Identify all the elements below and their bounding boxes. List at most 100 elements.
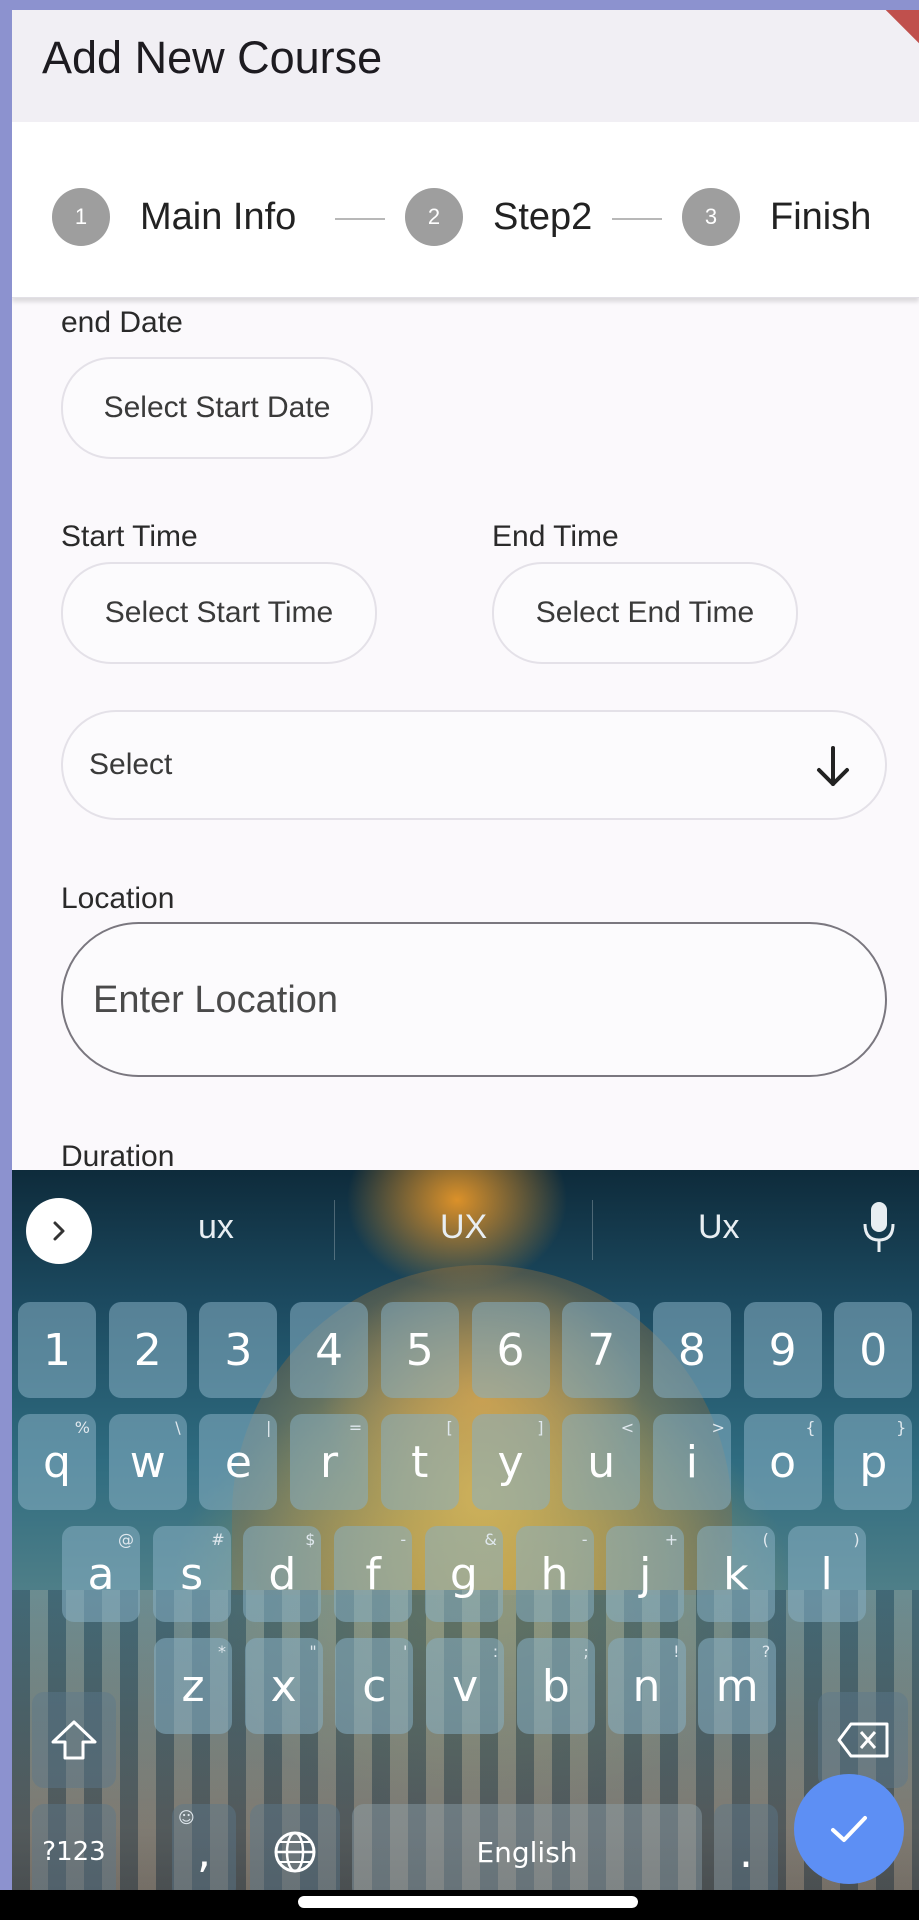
key-5[interactable]: 5 xyxy=(380,1302,459,1398)
key-hint: & xyxy=(484,1530,497,1549)
location-field[interactable] xyxy=(61,922,887,1077)
key-hint: \ xyxy=(175,1418,181,1437)
key-label: p xyxy=(859,1436,888,1488)
key-u[interactable]: u < xyxy=(562,1414,641,1510)
key-label: d xyxy=(268,1548,297,1600)
key-label: 8 xyxy=(677,1324,706,1376)
key-label: u xyxy=(587,1436,616,1488)
arrow-down-icon xyxy=(817,746,849,786)
key-x[interactable]: x " xyxy=(244,1638,323,1734)
shift-key[interactable] xyxy=(32,1692,116,1788)
key-hint: % xyxy=(74,1418,90,1437)
key-label: 5 xyxy=(405,1324,434,1376)
period-key[interactable]: . xyxy=(714,1804,778,1900)
key-label: c xyxy=(362,1660,387,1712)
language-key[interactable] xyxy=(250,1804,340,1900)
key-n[interactable]: n! xyxy=(607,1638,686,1734)
key-o[interactable]: o{ xyxy=(743,1414,822,1510)
key-f[interactable]: f- xyxy=(334,1526,413,1622)
step-number-badge: 3 xyxy=(682,188,740,246)
key-label: t xyxy=(411,1436,429,1488)
key-label: r xyxy=(320,1436,339,1488)
key-q[interactable]: q% xyxy=(18,1414,96,1510)
key-a[interactable]: a @ xyxy=(62,1526,140,1622)
step-step2[interactable]: 2 Step2 xyxy=(405,188,592,246)
key-3[interactable]: 3 xyxy=(199,1302,278,1398)
select-start-date-button[interactable]: Select Start Date xyxy=(61,357,373,459)
suggestion-3[interactable]: Ux xyxy=(698,1208,740,1247)
symbols-key[interactable]: ?123 xyxy=(32,1804,116,1900)
key-j[interactable]: j + xyxy=(606,1526,685,1622)
comma-key[interactable]: , ☺ xyxy=(172,1804,236,1900)
key-label: 0 xyxy=(859,1324,888,1376)
key-label: m xyxy=(715,1660,759,1712)
done-key[interactable] xyxy=(794,1774,904,1884)
suggestion-1[interactable]: ux xyxy=(198,1208,234,1247)
key-hint: - xyxy=(581,1530,588,1549)
key-label: 3 xyxy=(224,1324,253,1376)
key-v[interactable]: v: xyxy=(426,1638,505,1734)
microphone-icon[interactable] xyxy=(859,1198,899,1258)
key-hint: ) xyxy=(853,1530,860,1549)
key-z[interactable]: z * xyxy=(154,1638,232,1734)
key-hint: > xyxy=(711,1418,725,1437)
key-label: j xyxy=(639,1548,652,1600)
key-hint: " xyxy=(309,1642,317,1661)
key-g[interactable]: g & xyxy=(424,1526,503,1622)
key-label: s xyxy=(180,1548,204,1600)
key-1[interactable]: 1 xyxy=(18,1302,96,1398)
step-main-info[interactable]: 1 Main Info xyxy=(52,188,296,246)
checkmark-icon xyxy=(831,1816,867,1842)
location-input[interactable] xyxy=(93,972,853,1028)
step-number-badge: 1 xyxy=(52,188,110,246)
key-d[interactable]: d $ xyxy=(243,1526,322,1622)
expand-toolbar-button[interactable] xyxy=(26,1198,92,1264)
duration-label: Duration xyxy=(61,1140,175,1173)
select-dropdown[interactable]: Select xyxy=(61,710,887,820)
chevron-right-icon xyxy=(53,1221,65,1241)
key-label: i xyxy=(685,1436,698,1488)
key-c[interactable]: c ' xyxy=(335,1638,414,1734)
key-hint: ' xyxy=(402,1642,408,1661)
key-2[interactable]: 2 xyxy=(108,1302,187,1398)
key-k[interactable]: k( xyxy=(696,1526,775,1622)
key-p[interactable]: p} xyxy=(834,1414,913,1510)
key-l[interactable]: l) xyxy=(787,1526,866,1622)
key-label: 9 xyxy=(768,1324,797,1376)
suggestion-divider xyxy=(334,1200,335,1260)
key-hint: - xyxy=(400,1530,407,1549)
key-s[interactable]: s # xyxy=(152,1526,231,1622)
space-key[interactable]: English xyxy=(352,1804,702,1900)
select-end-time-button[interactable]: Select End Time xyxy=(492,562,798,664)
home-gesture-handle[interactable] xyxy=(298,1896,638,1908)
key-7[interactable]: 7 xyxy=(562,1302,641,1398)
key-m[interactable]: m? xyxy=(698,1638,777,1734)
key-label: n xyxy=(632,1660,661,1712)
key-t[interactable]: t[ xyxy=(380,1414,459,1510)
key-hint: ( xyxy=(762,1530,769,1549)
key-y[interactable]: y] xyxy=(471,1414,550,1510)
step-connector xyxy=(335,218,385,220)
key-0[interactable]: 0 xyxy=(834,1302,913,1398)
key-r[interactable]: r = xyxy=(290,1414,369,1510)
key-4[interactable]: 4 xyxy=(290,1302,369,1398)
key-b[interactable]: b; xyxy=(516,1638,595,1734)
key-i[interactable]: i > xyxy=(652,1414,731,1510)
key-9[interactable]: 9 xyxy=(743,1302,822,1398)
key-h[interactable]: h- xyxy=(515,1526,594,1622)
key-label: g xyxy=(449,1548,478,1600)
backspace-icon xyxy=(837,1722,889,1758)
key-e[interactable]: e | xyxy=(199,1414,278,1510)
suggestion-2[interactable]: UX xyxy=(440,1208,487,1247)
key-label: 1 xyxy=(43,1324,71,1376)
start-time-label: Start Time xyxy=(61,520,198,553)
key-label: 6 xyxy=(496,1324,525,1376)
step-finish[interactable]: 3 Finish xyxy=(682,188,871,246)
select-start-time-button[interactable]: Select Start Time xyxy=(61,562,377,664)
key-6[interactable]: 6 xyxy=(471,1302,550,1398)
key-hint: ? xyxy=(761,1642,771,1661)
backspace-key[interactable] xyxy=(818,1692,908,1788)
key-w[interactable]: w \ xyxy=(108,1414,187,1510)
key-8[interactable]: 8 xyxy=(652,1302,731,1398)
emoji-hint-icon: ☺ xyxy=(178,1808,195,1827)
